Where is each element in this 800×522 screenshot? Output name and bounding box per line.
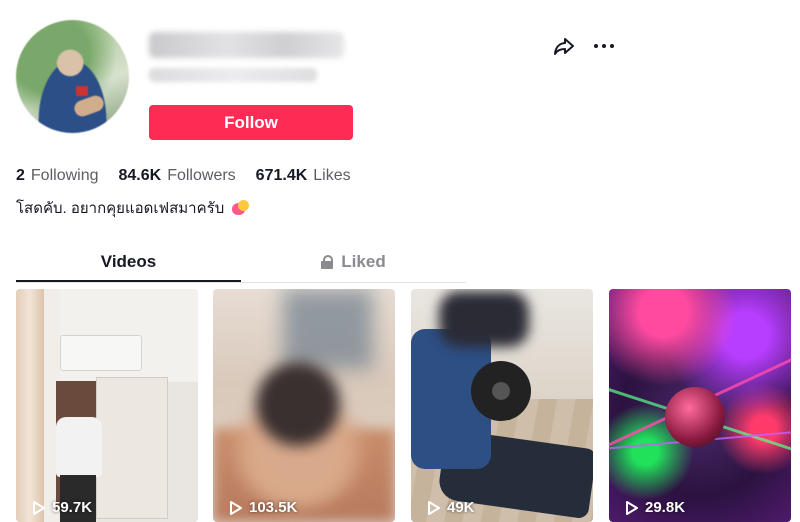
stat-following[interactable]: 2 Following	[16, 167, 99, 185]
video-view-count: 29.8K	[625, 499, 685, 516]
followers-label: Followers	[167, 167, 236, 184]
share-icon[interactable]	[552, 34, 576, 58]
username-blurred	[149, 32, 344, 58]
play-icon	[230, 500, 242, 515]
profile-stats: 2 Following 84.6K Followers 671.4K Likes	[16, 165, 371, 187]
thumbnail-person	[56, 417, 102, 477]
video-view-count: 59.7K	[32, 499, 92, 516]
bio-text: โสดคับ. อยากคุยแอดเฟสมาครับ	[16, 200, 225, 217]
following-label: Following	[30, 167, 99, 184]
thumbnail-air-conditioner	[60, 335, 142, 371]
profile-bio: โสดคับ. อยากคุยแอดเฟสมาครับ	[16, 196, 250, 220]
avatar-hand	[72, 93, 106, 119]
play-icon	[33, 500, 45, 515]
view-count-text: 29.8K	[645, 499, 686, 516]
following-count: 2	[16, 167, 25, 184]
video-thumbnail[interactable]: 59.7K	[16, 289, 198, 522]
view-count-text: 59.7K	[52, 499, 93, 516]
likes-count: 671.4K	[255, 167, 308, 184]
avatar-shirt-badge	[76, 86, 88, 96]
stat-likes: 671.4K Likes	[256, 167, 351, 185]
video-view-count: 103.5K	[229, 499, 297, 516]
video-view-count: 49K	[427, 499, 475, 516]
thumbnail-door	[96, 377, 168, 519]
play-icon	[428, 500, 440, 515]
view-count-text: 49K	[447, 499, 475, 516]
thumbnail-dumbbell	[471, 361, 531, 421]
tab-videos[interactable]: Videos	[16, 244, 241, 282]
smiling-hearts-emoji-icon	[232, 200, 250, 216]
followers-count: 84.6K	[118, 167, 162, 184]
profile-avatar	[16, 20, 129, 133]
tab-liked-label: Liked	[341, 252, 386, 271]
thumbnail-blurred-face	[439, 291, 529, 347]
video-thumbnail[interactable]: 49K	[411, 289, 593, 522]
view-count-text: 103.5K	[249, 499, 298, 516]
thumbnail-blur-background	[283, 289, 373, 369]
play-icon	[626, 500, 638, 515]
thumbnail-disco-ball	[665, 387, 725, 447]
follow-button[interactable]: Follow	[149, 105, 353, 140]
nickname-blurred	[149, 68, 317, 82]
stat-followers[interactable]: 84.6K Followers	[119, 167, 236, 185]
tab-liked[interactable]: Liked	[241, 244, 466, 280]
profile-tabs: Videos Liked	[16, 244, 466, 283]
tab-videos-label: Videos	[100, 252, 157, 271]
likes-label: Likes	[313, 167, 351, 184]
video-thumbnail[interactable]: 29.8K	[609, 289, 791, 522]
thumbnail-blurred-face	[223, 359, 373, 509]
more-options-icon[interactable]	[591, 34, 617, 58]
lock-icon	[321, 255, 334, 269]
video-thumbnail[interactable]: 103.5K	[213, 289, 395, 522]
thumbnail-curtain	[16, 289, 44, 522]
